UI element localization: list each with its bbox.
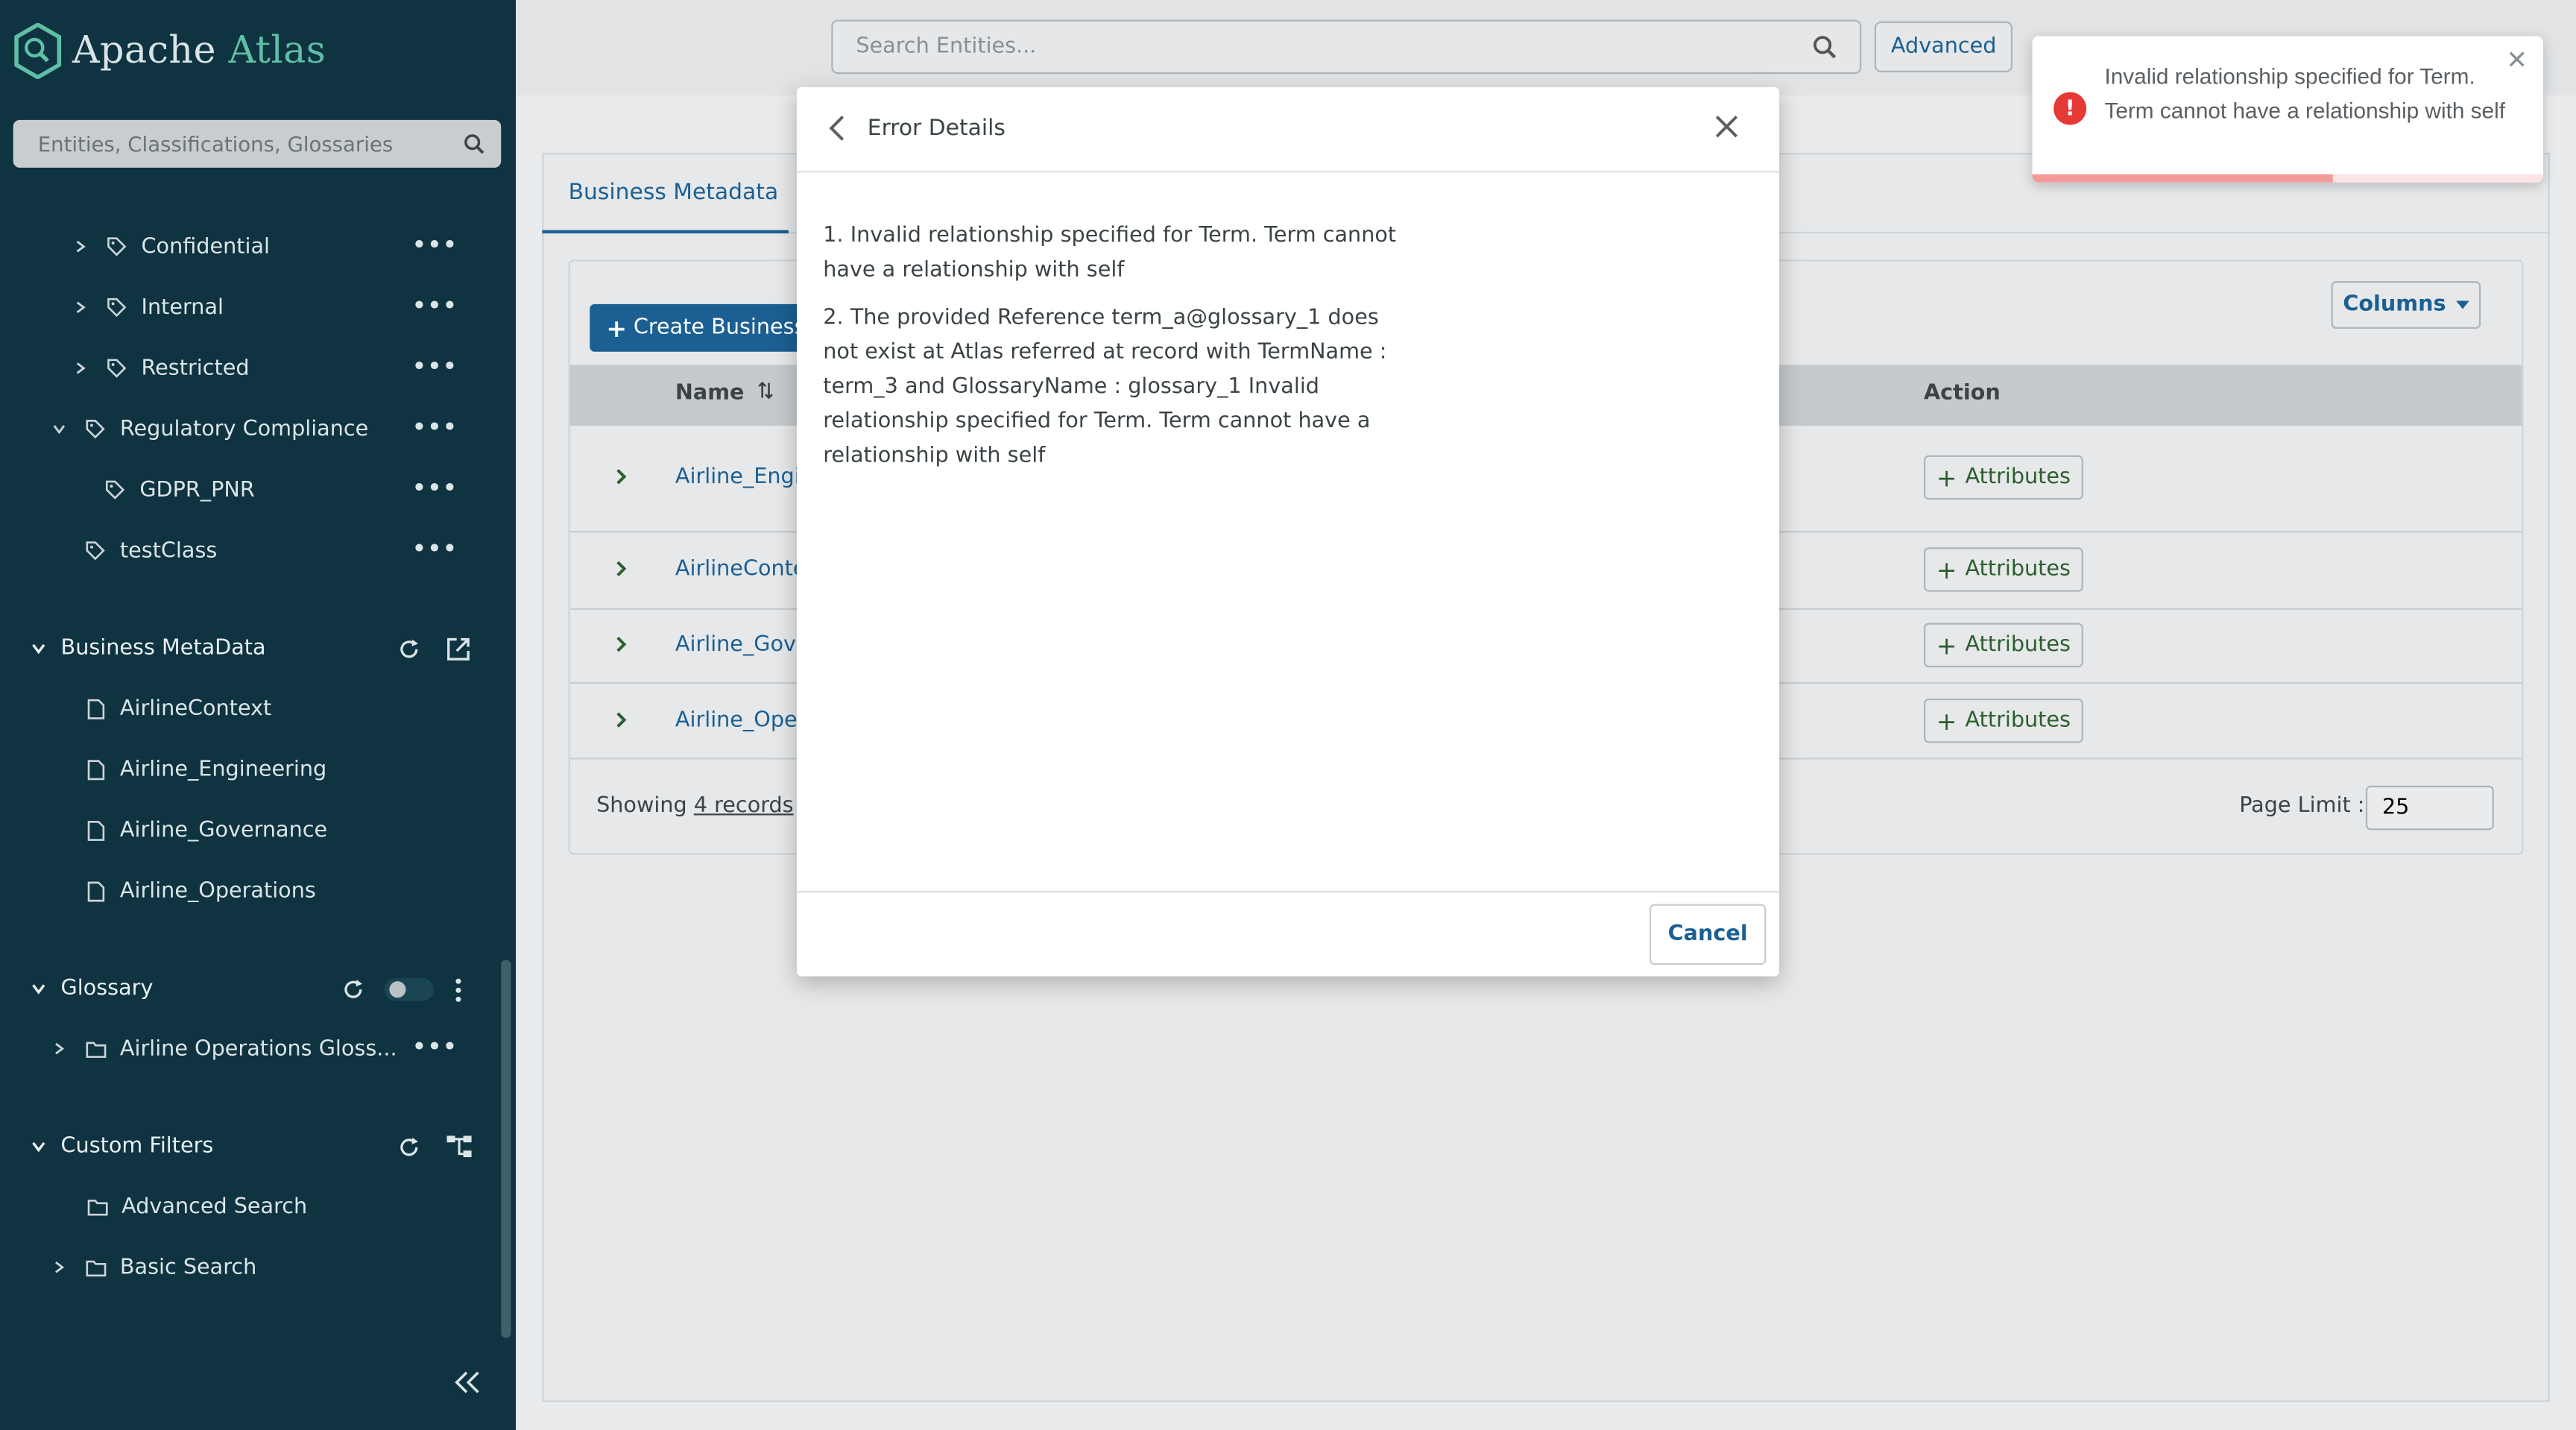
file-icon <box>87 698 105 719</box>
custom-filter-label: Basic Search <box>119 1255 257 1280</box>
file-icon <box>87 759 105 780</box>
tag-icon <box>107 359 127 378</box>
sidebar-search[interactable] <box>13 119 502 168</box>
classification-label: testClass <box>119 538 218 564</box>
chevron-right-icon[interactable] <box>51 1259 67 1276</box>
atlas-logo-icon <box>14 22 62 79</box>
glossary-section-header[interactable]: Glossary <box>30 976 154 1001</box>
tag-icon <box>107 297 127 318</box>
kebab-menu-icon[interactable] <box>453 978 463 1003</box>
error-icon: ! <box>2053 92 2087 125</box>
classification-label: Confidential <box>141 234 271 259</box>
folder-icon <box>86 1259 107 1276</box>
chevron-down-icon[interactable] <box>30 1138 48 1156</box>
glossary-toggle[interactable] <box>384 977 434 1001</box>
dialog-footer-divider <box>796 890 1780 893</box>
more-options-icon[interactable]: ••• <box>412 294 458 319</box>
refresh-icon[interactable] <box>397 1136 420 1159</box>
classification-item-confidential[interactable]: Confidential <box>72 227 270 266</box>
more-options-icon[interactable]: ••• <box>412 416 458 441</box>
sidebar: Apache Atlas Confidential ••• Internal •… <box>0 0 517 1430</box>
classification-item-regulatory-compliance[interactable]: Regulatory Compliance <box>51 409 368 449</box>
classification-item-internal[interactable]: Internal <box>72 288 224 327</box>
search-icon[interactable] <box>464 133 485 155</box>
tag-icon <box>86 541 105 561</box>
business-metadata-item[interactable]: AirlineContext <box>87 689 271 728</box>
cancel-button[interactable]: Cancel <box>1649 904 1767 966</box>
classification-item-restricted[interactable]: Restricted <box>72 348 250 388</box>
glossary-item[interactable]: Airline Operations Gloss... <box>51 1029 397 1068</box>
chevron-right-icon[interactable] <box>72 239 89 255</box>
app-title: Apache Atlas <box>72 29 326 73</box>
error-toast: ! Invalid relationship specified for Ter… <box>2032 36 2543 183</box>
classification-label: Restricted <box>141 356 250 381</box>
custom-filter-item[interactable]: Basic Search <box>51 1247 256 1287</box>
toast-progress-bar <box>2032 174 2334 183</box>
toggle-knob <box>389 981 406 998</box>
section-title: Custom Filters <box>60 1134 214 1159</box>
close-icon[interactable] <box>1712 112 1742 142</box>
business-metadata-label: AirlineContext <box>119 696 272 721</box>
close-icon[interactable] <box>2507 49 2526 69</box>
refresh-icon[interactable] <box>341 978 364 1001</box>
back-arrow-icon[interactable] <box>827 113 850 143</box>
business-metadata-item[interactable]: Airline_Operations <box>87 871 316 910</box>
folder-icon <box>86 1041 107 1057</box>
external-link-icon[interactable] <box>445 636 471 662</box>
collapse-sidebar-icon[interactable] <box>453 1371 481 1394</box>
section-title: Business MetaData <box>60 636 266 661</box>
classification-label: Regulatory Compliance <box>119 416 369 441</box>
dialog-title: Error Details <box>867 115 1006 142</box>
toast-message: Invalid relationship specified for Term.… <box>2104 63 2506 124</box>
chevron-right-icon[interactable] <box>72 299 89 315</box>
business-metadata-label: Airline_Operations <box>119 878 316 904</box>
app-logo[interactable]: Apache Atlas <box>13 22 326 79</box>
error-message: 2. The provided Reference term_a@glossar… <box>823 306 1387 469</box>
classification-item-testclass[interactable]: testClass <box>86 531 218 570</box>
chevron-right-icon[interactable] <box>72 360 89 377</box>
more-options-icon[interactable]: ••• <box>412 1036 458 1060</box>
tag-icon <box>105 480 125 500</box>
custom-filters-section-header[interactable]: Custom Filters <box>30 1134 214 1159</box>
tag-icon <box>107 237 127 256</box>
chevron-down-icon[interactable] <box>30 980 48 998</box>
more-options-icon[interactable]: ••• <box>412 355 458 379</box>
tree-structure-icon[interactable] <box>445 1134 473 1159</box>
chevron-down-icon[interactable] <box>51 421 67 437</box>
business-metadata-item[interactable]: Airline_Engineering <box>87 749 326 789</box>
section-title: Glossary <box>60 976 154 1001</box>
more-options-icon[interactable]: ••• <box>412 476 458 501</box>
refresh-icon[interactable] <box>397 637 420 661</box>
glossary-label: Airline Operations Gloss... <box>119 1036 397 1062</box>
business-metadata-label: Airline_Governance <box>119 817 328 842</box>
chevron-right-icon[interactable] <box>51 1041 67 1057</box>
business-metadata-label: Airline_Engineering <box>119 757 327 782</box>
business-metadata-item[interactable]: Airline_Governance <box>87 810 327 850</box>
error-list: 1. Invalid relationship specified for Te… <box>823 218 1418 486</box>
custom-filter-label: Advanced Search <box>121 1194 308 1219</box>
business-metadata-section-header[interactable]: Business MetaData <box>30 636 266 661</box>
classification-label: Internal <box>141 294 224 320</box>
custom-filter-item[interactable]: Advanced Search <box>87 1187 307 1226</box>
sidebar-search-input[interactable] <box>37 131 441 157</box>
error-message: 1. Invalid relationship specified for Te… <box>823 223 1397 283</box>
tag-icon <box>86 420 105 439</box>
more-options-icon[interactable]: ••• <box>412 538 458 562</box>
folder-icon <box>87 1199 108 1215</box>
error-details-dialog: Error Details 1. Invalid relationship sp… <box>796 86 1780 977</box>
chevron-down-icon[interactable] <box>30 640 48 658</box>
classification-item-gdpr-pnr[interactable]: GDPR_PNR <box>105 470 255 510</box>
more-options-icon[interactable]: ••• <box>412 233 458 258</box>
sidebar-scrollbar[interactable] <box>501 960 511 1338</box>
classification-label: GDPR_PNR <box>139 477 255 503</box>
file-icon <box>87 819 105 840</box>
file-icon <box>87 881 105 901</box>
